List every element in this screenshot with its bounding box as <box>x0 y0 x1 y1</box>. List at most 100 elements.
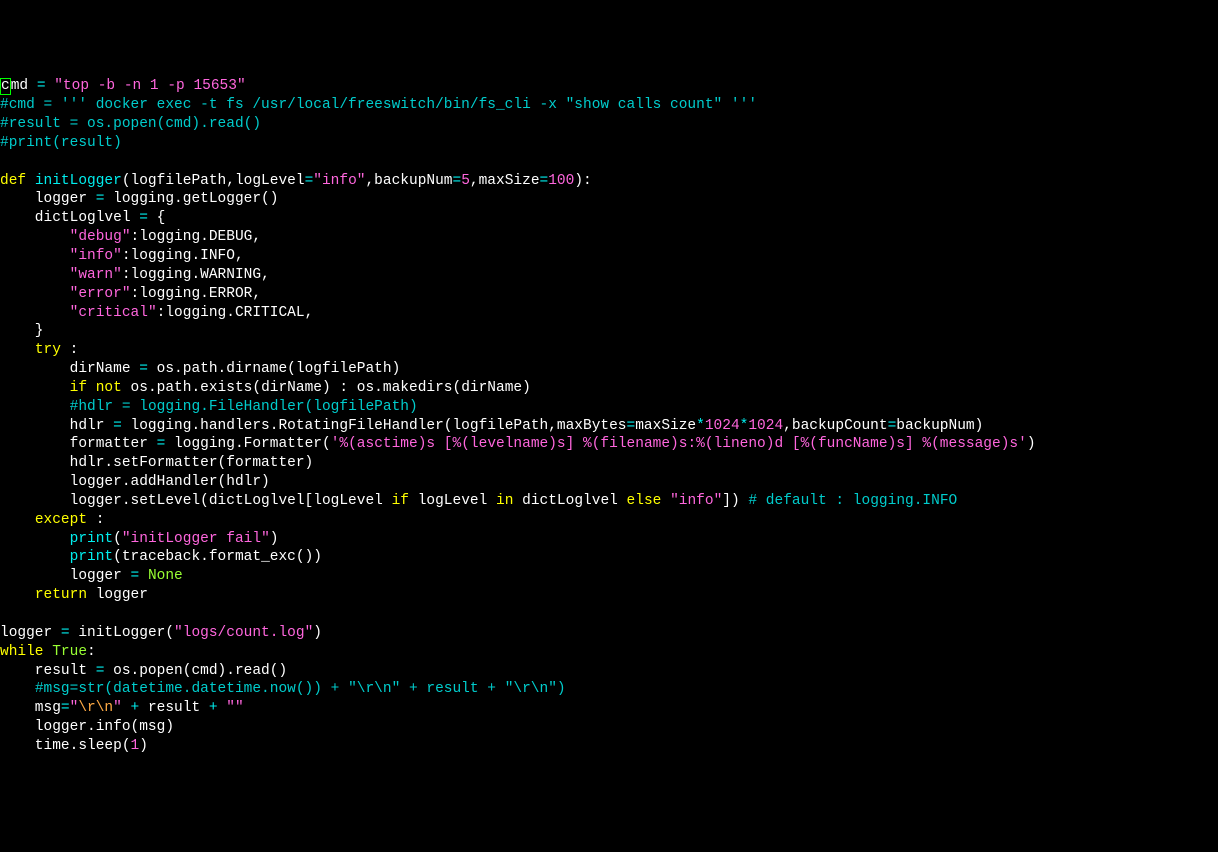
code-token: time.sleep( <box>0 738 131 754</box>
code-token: '%(asctime)s [%(levelname)s] %(filename)… <box>331 436 1027 452</box>
code-token: maxSize <box>635 418 696 434</box>
code-token: dictLoglvel <box>522 493 626 509</box>
code-line: logger.addHandler(hdlr) <box>0 473 1218 492</box>
code-line <box>0 605 1218 624</box>
code-token: ,maxSize <box>470 173 540 189</box>
code-line: print(traceback.format_exc()) <box>0 548 1218 567</box>
code-token: + <box>209 700 226 716</box>
code-token: # default : logging.INFO <box>748 493 957 509</box>
code-token: in <box>496 493 522 509</box>
code-line <box>0 153 1218 172</box>
code-token: print <box>70 549 114 565</box>
code-line: cmd = "top -b -n 1 -p 15653" <box>0 77 1218 96</box>
code-line: def initLogger(logfilePath,logLevel="inf… <box>0 172 1218 191</box>
code-token: = <box>96 663 113 679</box>
code-token: (logfilePath,logLevel <box>122 173 305 189</box>
code-token: (traceback.format_exc()) <box>113 549 322 565</box>
code-token: = <box>37 78 54 94</box>
code-token: ]) <box>722 493 748 509</box>
code-token: ,backupCount <box>783 418 887 434</box>
code-token: = <box>453 173 462 189</box>
code-token: return <box>35 587 96 603</box>
code-token: try <box>35 342 70 358</box>
code-token: ,backupNum <box>365 173 452 189</box>
code-token: " <box>113 700 130 716</box>
code-line: #hdlr = logging.FileHandler(logfilePath) <box>0 398 1218 417</box>
code-token: else <box>627 493 671 509</box>
code-token: logging.handlers.RotatingFileHandler(log… <box>131 418 627 434</box>
code-token: ) <box>270 531 279 547</box>
code-token: "critical" <box>70 305 157 321</box>
code-token: None <box>148 568 183 584</box>
code-line: msg="\r\n" + result + "" <box>0 699 1218 718</box>
code-token: except <box>35 512 96 528</box>
code-line: while True: <box>0 643 1218 662</box>
code-token <box>0 380 70 396</box>
code-token: backupNum) <box>896 418 983 434</box>
code-token: :logging.WARNING, <box>122 267 270 283</box>
code-line: result = os.popen(cmd).read() <box>0 662 1218 681</box>
code-token: logging.Formatter( <box>174 436 331 452</box>
code-token: #cmd = ''' docker exec -t fs /usr/local/… <box>0 97 757 113</box>
code-token: os.popen(cmd).read() <box>113 663 287 679</box>
code-token: } <box>0 323 44 339</box>
code-token: "" <box>226 700 243 716</box>
code-token: def <box>0 173 35 189</box>
code-token: logger.addHandler(hdlr) <box>0 474 270 490</box>
code-token: dirName <box>0 361 139 377</box>
code-line: return logger <box>0 586 1218 605</box>
code-token: : <box>70 342 79 358</box>
code-token <box>0 531 70 547</box>
code-token: initLogger( <box>78 625 174 641</box>
code-token: os.path.dirname(logfilePath) <box>157 361 401 377</box>
code-line: except : <box>0 511 1218 530</box>
code-token: :logging.ERROR, <box>131 286 262 302</box>
code-token <box>0 286 70 302</box>
code-token: result <box>0 663 96 679</box>
code-line: "critical":logging.CRITICAL, <box>0 304 1218 323</box>
code-token: ) <box>139 738 148 754</box>
code-token: "info" <box>670 493 722 509</box>
code-token: "warn" <box>70 267 122 283</box>
code-token: hdlr.setFormatter(formatter) <box>0 455 313 471</box>
code-line: logger.setLevel(dictLoglvel[logLevel if … <box>0 492 1218 511</box>
code-token: result <box>148 700 209 716</box>
code-token: 1024 <box>748 418 783 434</box>
code-token <box>0 512 35 528</box>
code-token: \r\n <box>78 700 113 716</box>
code-token: #result = os.popen(cmd).read() <box>0 116 261 132</box>
code-token: logging.getLogger() <box>113 191 278 207</box>
code-token: = <box>627 418 636 434</box>
code-token: = <box>61 700 70 716</box>
code-token: "error" <box>70 286 131 302</box>
code-token: initLogger <box>35 173 122 189</box>
code-token: #print(result) <box>0 135 122 151</box>
code-token: logger <box>0 191 96 207</box>
code-token <box>0 342 35 358</box>
code-token: "top -b -n 1 -p 15653" <box>54 78 245 94</box>
code-token <box>0 587 35 603</box>
code-token: msg <box>0 700 61 716</box>
code-token: if <box>392 493 418 509</box>
code-token: ) <box>313 625 322 641</box>
code-token: dictLoglvel <box>0 210 139 226</box>
code-token: :logging.INFO, <box>122 248 244 264</box>
code-line: print("initLogger fail") <box>0 530 1218 549</box>
code-token: 100 <box>548 173 574 189</box>
code-token: : <box>96 512 105 528</box>
code-token: + <box>131 700 148 716</box>
code-token: = <box>139 361 156 377</box>
code-token: = <box>540 173 549 189</box>
code-token <box>0 305 70 321</box>
code-token: 1 <box>131 738 140 754</box>
code-editor[interactable]: cmd = "top -b -n 1 -p 15653"#cmd = ''' d… <box>0 77 1218 755</box>
code-token: :logging.CRITICAL, <box>157 305 314 321</box>
code-line: logger = logging.getLogger() <box>0 190 1218 209</box>
code-token: 1024 <box>705 418 740 434</box>
code-line: hdlr.setFormatter(formatter) <box>0 454 1218 473</box>
code-token: * <box>696 418 705 434</box>
code-token: logger <box>0 625 61 641</box>
code-token: ): <box>574 173 591 189</box>
code-line: dirName = os.path.dirname(logfilePath) <box>0 360 1218 379</box>
code-token: True <box>52 644 87 660</box>
